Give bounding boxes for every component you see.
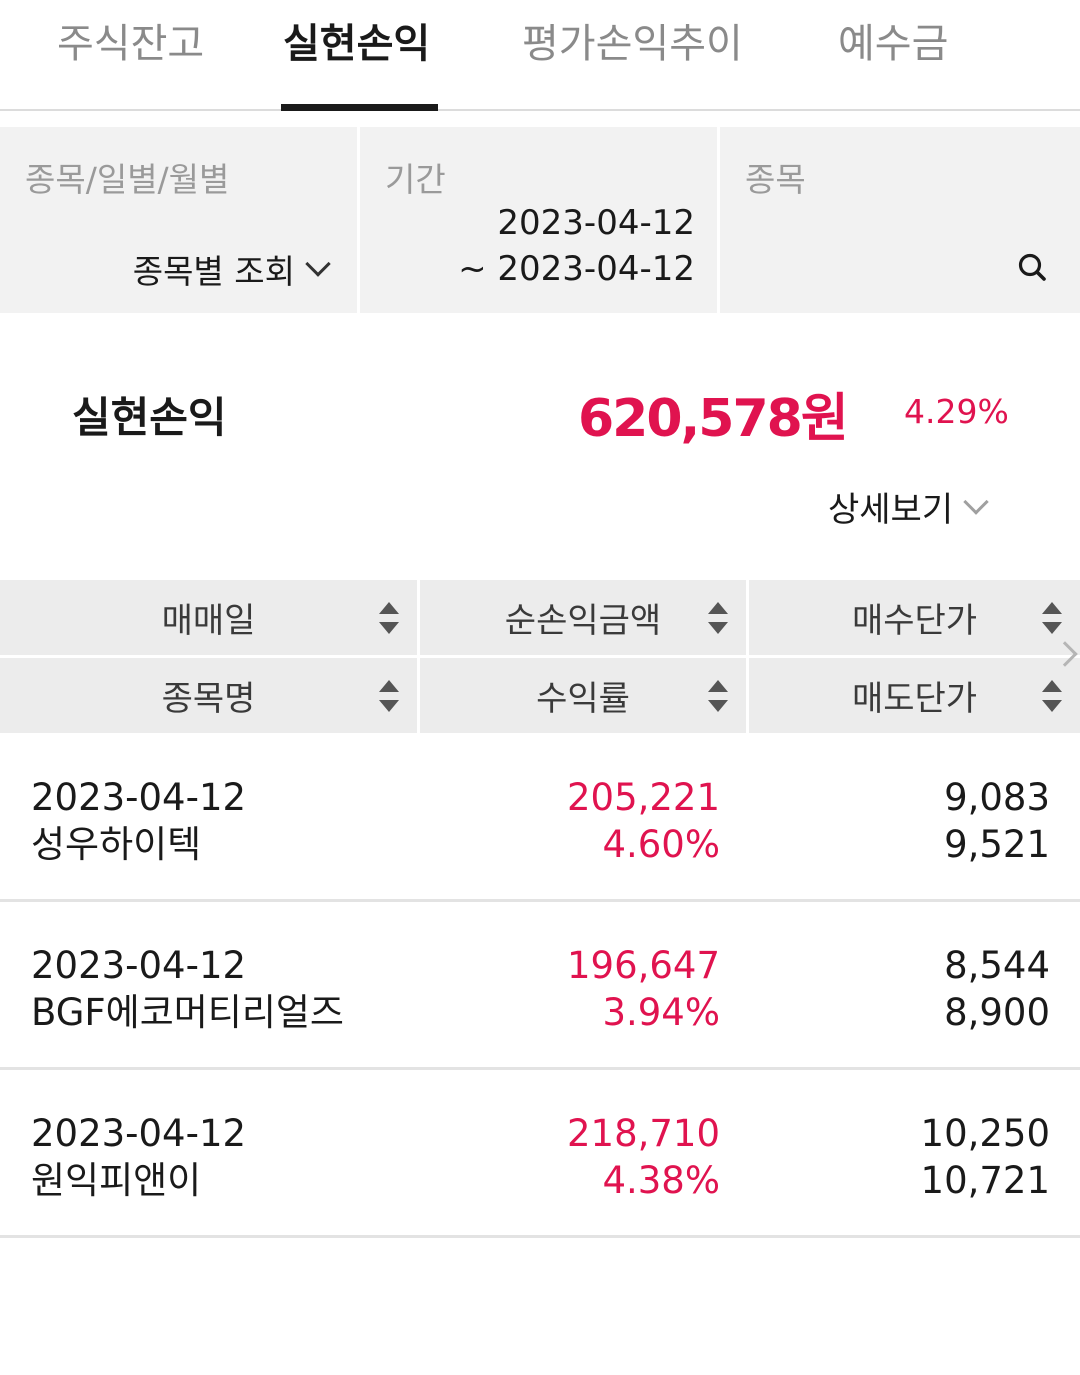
summary-rate: 4.29%: [904, 392, 1009, 431]
return-rate: 4.60%: [602, 823, 720, 866]
sort-icon: [1042, 680, 1062, 714]
buy-price: 9,083: [944, 776, 1050, 819]
search-icon[interactable]: [1016, 251, 1050, 285]
header-net-profit-label: 순손익금액: [504, 601, 662, 641]
return-rate: 4.38%: [602, 1159, 720, 1202]
active-tab-indicator: [281, 104, 438, 111]
trade-date: 2023-04-12: [31, 776, 247, 819]
sell-price: 8,900: [944, 991, 1050, 1034]
sort-icon: [708, 680, 728, 714]
table-row[interactable]: 2023-04-12 BGF에코머티리얼즈 196,647 3.94% 8,54…: [0, 902, 1080, 1070]
detail-view-label: 상세보기: [828, 490, 954, 530]
net-profit: 205,221: [566, 776, 720, 819]
header-net-profit[interactable]: 순손익금액: [420, 580, 746, 655]
stock-search-field[interactable]: 종목: [720, 127, 1080, 313]
stock-label: 종목: [745, 160, 806, 199]
trade-date: 2023-04-12: [31, 1112, 247, 1155]
header-sell-price-label: 매도단가: [851, 679, 978, 719]
chevron-down-icon: [305, 251, 331, 277]
table-header: 매매일 순손익금액 매수단가 종목명 수익률 매도단가: [0, 580, 1080, 734]
tab-valuation-trend[interactable]: 평가손익추이: [522, 18, 743, 70]
sort-icon: [379, 680, 399, 714]
chevron-down-icon: [963, 488, 989, 515]
stock-name: 원익피앤이: [31, 1159, 202, 1202]
header-buy-price[interactable]: 매수단가: [749, 580, 1080, 655]
stock-name: 성우하이텍: [31, 823, 202, 866]
buy-price: 10,250: [920, 1112, 1050, 1155]
header-return-rate[interactable]: 수익률: [420, 658, 746, 733]
trade-date: 2023-04-12: [31, 944, 247, 987]
sort-icon: [708, 602, 728, 636]
query-mode-value-text: 종목별 조회: [132, 252, 295, 291]
tab-deposit[interactable]: 예수금: [838, 18, 948, 70]
header-trade-date[interactable]: 매매일: [0, 580, 417, 655]
net-profit: 218,710: [566, 1112, 720, 1155]
sell-price: 9,521: [944, 823, 1050, 866]
header-sell-price[interactable]: 매도단가: [749, 658, 1080, 733]
period-label: 기간: [385, 160, 446, 199]
header-buy-price-label: 매수단가: [851, 601, 978, 641]
query-mode-label: 종목/일별/월별: [25, 160, 230, 199]
tab-stock-balance[interactable]: 주식잔고: [57, 18, 204, 70]
tab-bar: 주식잔고 실현손익 평가손익추이 예수금: [0, 0, 1080, 111]
header-trade-date-label: 매매일: [161, 601, 256, 641]
detail-view-button[interactable]: 상세보기: [828, 482, 989, 531]
period-end-date: ~ 2023-04-12: [458, 249, 695, 289]
buy-price: 8,544: [944, 944, 1050, 987]
sort-icon: [1042, 602, 1062, 636]
sort-icon: [379, 602, 399, 636]
filter-panel: 종목/일별/월별 종목별 조회 기간 2023-04-12 ~ 2023-04-…: [0, 127, 1080, 313]
return-rate: 3.94%: [602, 991, 720, 1034]
table-row[interactable]: 2023-04-12 원익피앤이 218,710 4.38% 10,250 10…: [0, 1070, 1080, 1238]
stock-name: BGF에코머티리얼즈: [31, 991, 344, 1034]
sell-price: 10,721: [920, 1159, 1050, 1202]
period-start-date: 2023-04-12: [497, 203, 695, 243]
query-mode-value: 종목별 조회: [132, 245, 331, 293]
tab-realized-pnl[interactable]: 실현손익: [283, 18, 430, 70]
period-selector[interactable]: 기간 2023-04-12 ~ 2023-04-12: [360, 127, 717, 313]
summary-amount: 620,578원: [578, 389, 849, 449]
summary-label: 실현손익: [72, 393, 227, 442]
query-mode-selector[interactable]: 종목/일별/월별 종목별 조회: [0, 127, 357, 313]
header-stock-name-label: 종목명: [161, 679, 256, 719]
table-row[interactable]: 2023-04-12 성우하이텍 205,221 4.60% 9,083 9,5…: [0, 734, 1080, 902]
header-return-rate-label: 수익률: [536, 679, 630, 719]
header-stock-name[interactable]: 종목명: [0, 658, 417, 733]
net-profit: 196,647: [566, 944, 720, 987]
